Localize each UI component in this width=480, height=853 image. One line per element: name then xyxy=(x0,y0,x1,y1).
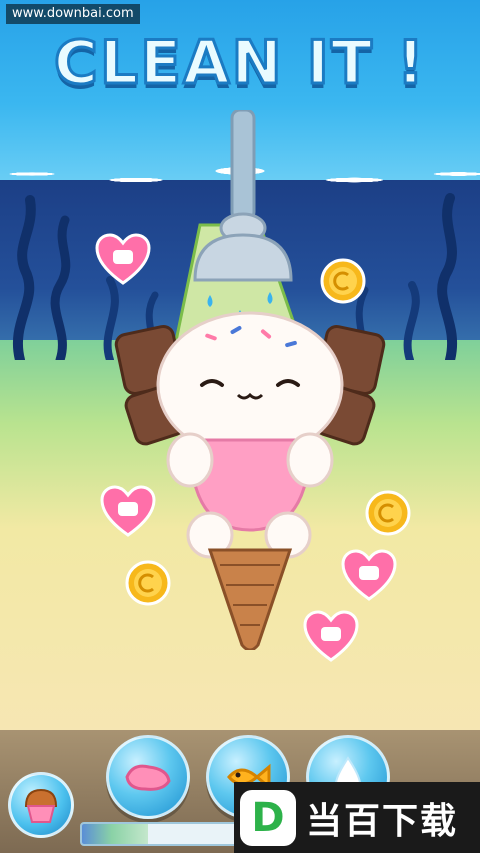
sponge-tool-button[interactable] xyxy=(106,735,190,819)
brand-text: 当百下载 xyxy=(306,800,459,842)
brand-badge: D xyxy=(240,789,296,846)
progress-fill xyxy=(82,824,148,844)
heart-item[interactable] xyxy=(100,485,156,537)
heart-item[interactable] xyxy=(303,610,359,662)
heart-item[interactable] xyxy=(95,233,151,285)
cupcake-button[interactable] xyxy=(8,772,74,838)
coin-item[interactable] xyxy=(365,490,411,536)
cupcake-icon xyxy=(24,788,58,823)
heart-item[interactable] xyxy=(341,549,397,601)
coin-item[interactable] xyxy=(320,258,366,304)
game-scene: www.downbai.com CLEAN IT ! D 当百下载 xyxy=(0,0,480,853)
sponge-icon xyxy=(125,764,171,791)
coin-item[interactable] xyxy=(125,560,171,606)
game-title: CLEAN IT ! xyxy=(52,27,427,100)
cleaning-progress-bar xyxy=(80,822,240,846)
site-logo-overlay: D 当百下载 xyxy=(234,782,480,853)
watermark-text: www.downbai.com xyxy=(6,4,140,24)
